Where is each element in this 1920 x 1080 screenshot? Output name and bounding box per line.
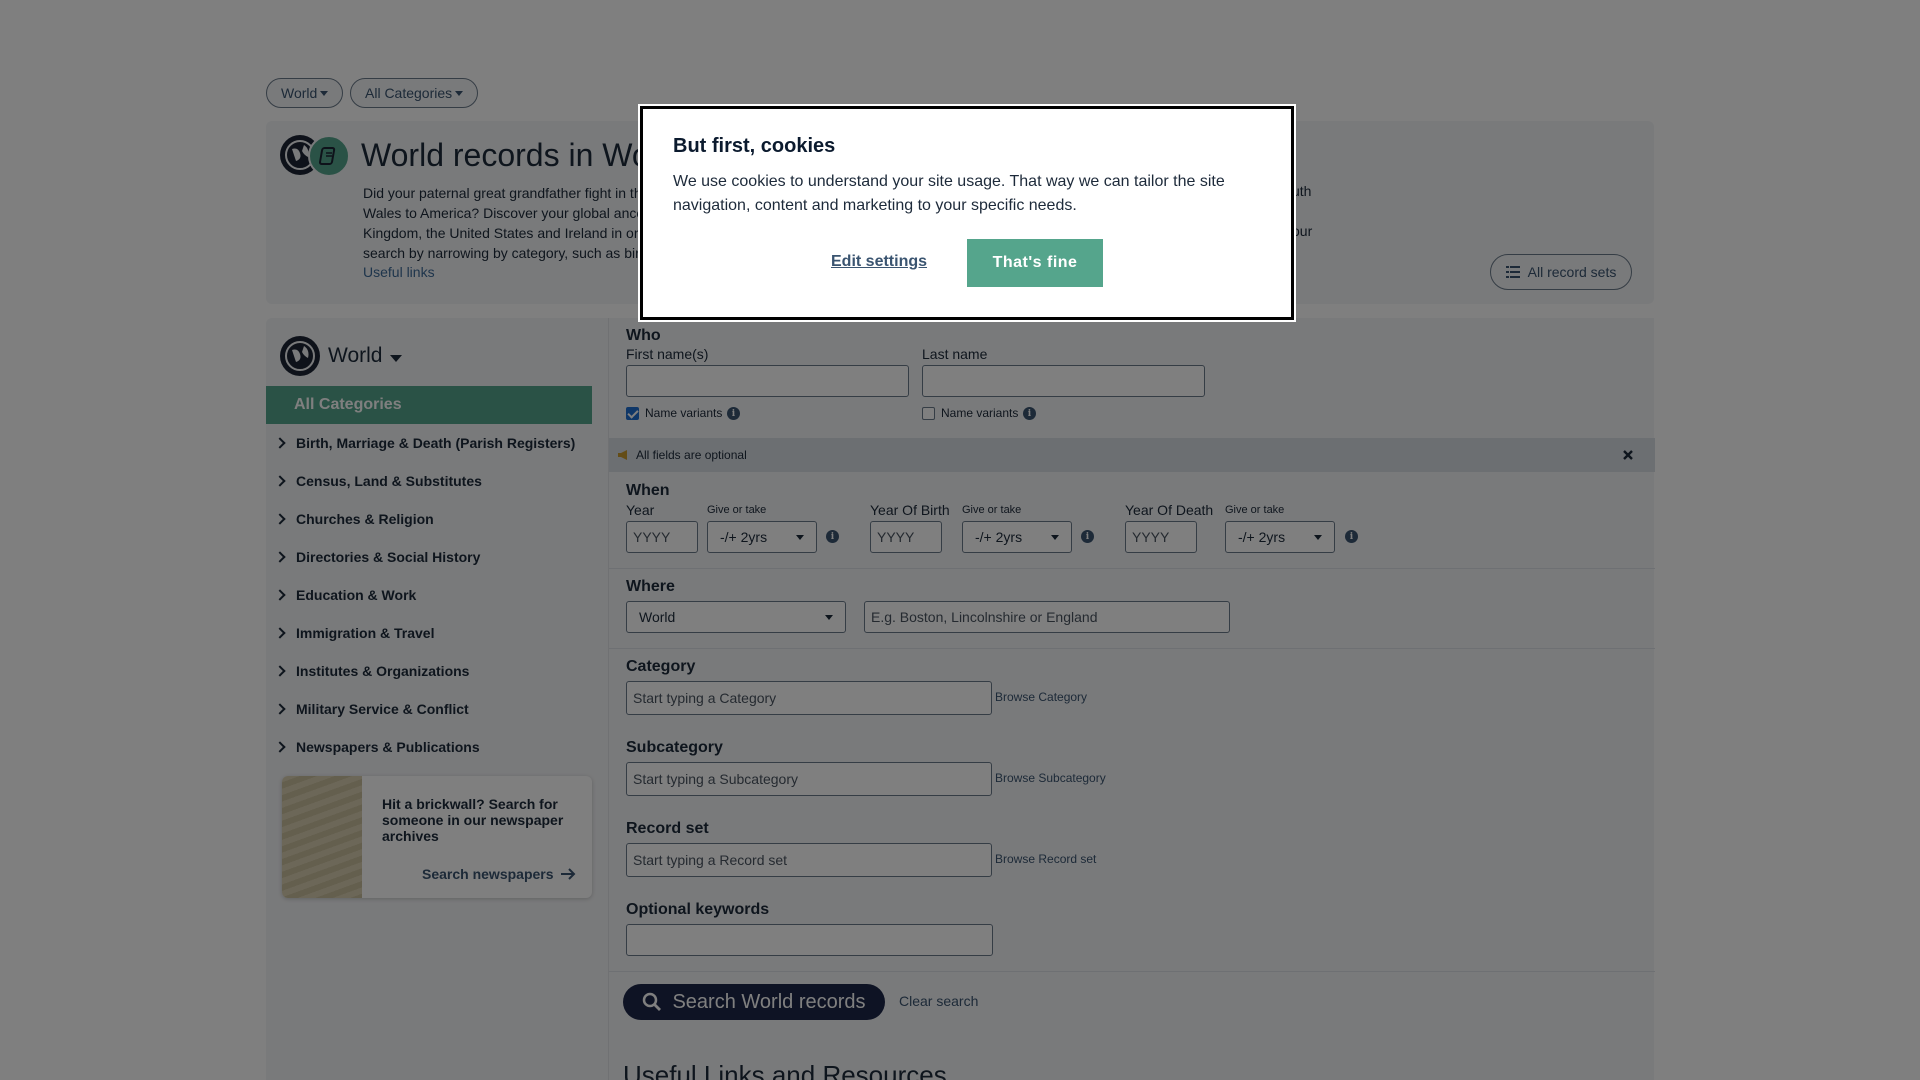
cookie-consent-dialog: But first, cookies We use cookies to und… bbox=[640, 106, 1294, 320]
page: World All Categories World records in Wo… bbox=[0, 0, 1920, 1080]
edit-settings-button[interactable]: Edit settings bbox=[831, 253, 927, 271]
accept-cookies-button[interactable]: That's fine bbox=[967, 239, 1103, 287]
cookie-text: We use cookies to understand your site u… bbox=[673, 173, 1225, 214]
cookie-title: But first, cookies bbox=[673, 135, 836, 157]
